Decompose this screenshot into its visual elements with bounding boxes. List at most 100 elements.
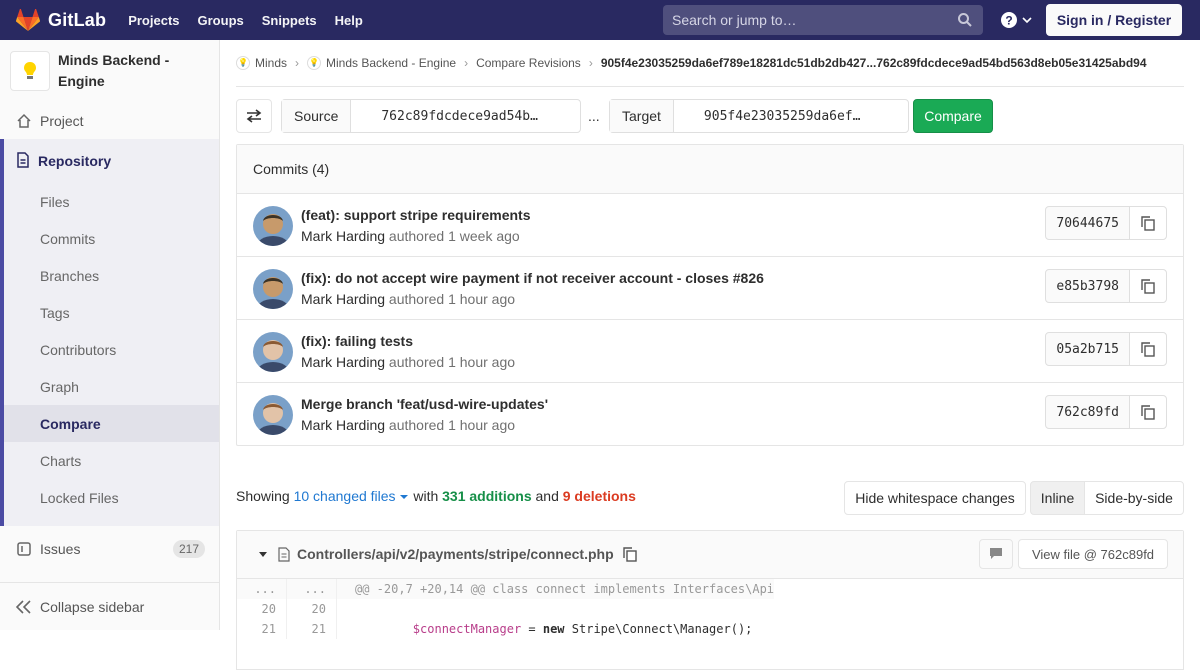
and-label: and (535, 488, 559, 504)
side-by-side-button[interactable]: Side-by-side (1084, 481, 1184, 515)
commit-meta: Mark Harding authored 1 hour ago (301, 354, 515, 370)
author-avatar[interactable] (253, 332, 293, 372)
breadcrumb-separator: › (464, 56, 469, 70)
swap-revisions-button[interactable] (236, 99, 272, 133)
commit-author[interactable]: Mark Harding (301, 228, 385, 244)
commit-author[interactable]: Mark Harding (301, 354, 385, 370)
copy-sha-button[interactable] (1130, 270, 1166, 302)
breadcrumb-separator: › (588, 56, 593, 70)
author-avatar[interactable] (253, 269, 293, 309)
target-field[interactable]: Target 905f4e23035259da6ef… (609, 99, 909, 133)
new-line-number[interactable]: 20 (287, 599, 337, 619)
commit-sha[interactable]: e85b3798 (1046, 270, 1130, 302)
issues-icon (16, 541, 32, 557)
sidebar-item-files[interactable]: Files (4, 183, 219, 220)
sidebar-item-compare[interactable]: Compare (4, 405, 219, 442)
commit-author[interactable]: Mark Harding (301, 417, 385, 433)
sidebar-item-project[interactable]: Project (0, 102, 219, 139)
sidebar-item-commits[interactable]: Commits (4, 220, 219, 257)
commit-sha-group: 05a2b715 (1045, 332, 1167, 366)
commit-sha[interactable]: 70644675 (1046, 207, 1130, 239)
breadcrumb-compare[interactable]: Compare Revisions (476, 56, 581, 70)
chevron-down-icon (1022, 17, 1032, 24)
project-name: Minds Backend - Engine (58, 52, 170, 89)
commit-meta: Mark Harding authored 1 hour ago (301, 417, 515, 433)
compare-form: Source 762c89fdcdece9ad54b… ... Target 9… (236, 99, 1184, 133)
view-file-button[interactable]: View file @ 762c89fd (1018, 539, 1168, 569)
help-dropdown[interactable]: ? (1000, 11, 1032, 29)
copy-sha-button[interactable] (1130, 396, 1166, 428)
project-avatar-small: 💡 (307, 56, 322, 70)
collapse-sidebar-button[interactable]: Collapse sidebar (0, 582, 219, 630)
new-line-number[interactable]: ... (287, 579, 337, 599)
breadcrumb: 💡 Minds › 💡 Minds Backend - Engine › Com… (236, 40, 1184, 87)
collapse-label: Collapse sidebar (40, 598, 145, 615)
project-avatar (10, 51, 50, 91)
commit-title[interactable]: (feat): support stripe requirements (301, 207, 530, 223)
nav-projects[interactable]: Projects (128, 13, 179, 28)
gitlab-logo[interactable]: GitLab (16, 9, 106, 31)
caret-down-icon[interactable] (258, 551, 268, 559)
changed-files-dropdown[interactable]: 10 changed files (294, 488, 414, 504)
copy-icon[interactable] (623, 547, 637, 562)
commit-meta: Mark Harding authored 1 hour ago (301, 291, 515, 307)
diff-line: 20 20 (237, 599, 1183, 619)
signin-button[interactable]: Sign in / Register (1046, 4, 1182, 36)
old-line-number[interactable]: 21 (237, 619, 287, 639)
copy-sha-button[interactable] (1130, 207, 1166, 239)
changed-files-label: 10 changed files (293, 488, 396, 504)
copy-icon (1141, 341, 1155, 357)
source-field[interactable]: Source 762c89fdcdece9ad54b… (281, 99, 581, 133)
old-line-number[interactable]: 20 (237, 599, 287, 619)
search-placeholder: Search or jump to… (672, 12, 797, 28)
sidebar-item-graph[interactable]: Graph (4, 368, 219, 405)
sidebar-item-branches[interactable]: Branches (4, 257, 219, 294)
hide-whitespace-button[interactable]: Hide whitespace changes (844, 481, 1026, 515)
author-avatar[interactable] (253, 206, 293, 246)
author-avatar[interactable] (253, 395, 293, 435)
search-input[interactable]: Search or jump to… (663, 5, 983, 35)
breadcrumb-current[interactable]: 905f4e23035259da6ef789e18281dc51db2db427… (601, 56, 1147, 70)
file-path[interactable]: Controllers/api/v2/payments/stripe/conne… (297, 546, 614, 562)
nav-snippets[interactable]: Snippets (262, 13, 317, 28)
commit-title[interactable]: (fix): failing tests (301, 333, 413, 349)
project-header[interactable]: Minds Backend - Engine (0, 40, 219, 102)
new-line-number[interactable]: 21 (287, 619, 337, 639)
commit-time: authored 1 hour ago (388, 417, 516, 433)
sidebar-item-locked-files[interactable]: Locked Files (4, 479, 219, 516)
commit-title[interactable]: Merge branch 'feat/usd-wire-updates' (301, 396, 548, 412)
sidebar-label-project: Project (40, 112, 84, 129)
additions-count: 331 additions (442, 488, 532, 504)
commits-panel: Commits (4) (feat): support stripe requi… (236, 144, 1184, 446)
commit-sha[interactable]: 762c89fd (1046, 396, 1130, 428)
compare-button[interactable]: Compare (913, 99, 993, 133)
commit-title[interactable]: (fix): do not accept wire payment if not… (301, 270, 764, 286)
diff-lines: ...... @@ -20,7 +20,14 @@ class connect i… (237, 579, 1183, 639)
nav-groups[interactable]: Groups (198, 13, 244, 28)
sidebar-section-repository: Repository Files Commits Branches Tags C… (0, 139, 219, 526)
target-input[interactable]: 905f4e23035259da6ef… (674, 100, 877, 132)
breadcrumb-minds[interactable]: Minds (255, 56, 287, 70)
sidebar-item-issues[interactable]: Issues 217 (0, 530, 219, 567)
main-content: 💡 Minds › 💡 Minds Backend - Engine › Com… (236, 40, 1184, 670)
commits-header: Commits (4) (237, 145, 1183, 194)
doc-icon (16, 151, 30, 171)
sidebar-item-repository[interactable]: Repository (4, 139, 219, 183)
sidebar-item-charts[interactable]: Charts (4, 442, 219, 479)
commit-meta: Mark Harding authored 1 week ago (301, 228, 520, 244)
showing-label: Showing (236, 488, 290, 504)
caret-down-icon (400, 495, 409, 499)
lightbulb-icon (24, 62, 36, 79)
sidebar-item-tags[interactable]: Tags (4, 294, 219, 331)
sidebar-item-contributors[interactable]: Contributors (4, 331, 219, 368)
commit-sha[interactable]: 05a2b715 (1046, 333, 1130, 365)
commit-author[interactable]: Mark Harding (301, 291, 385, 307)
inline-view-button[interactable]: Inline (1030, 481, 1085, 515)
breadcrumb-project[interactable]: Minds Backend - Engine (326, 56, 456, 70)
comment-button[interactable] (979, 539, 1013, 569)
copy-sha-button[interactable] (1130, 333, 1166, 365)
copy-icon (1141, 215, 1155, 231)
nav-help[interactable]: Help (335, 13, 363, 28)
source-input[interactable]: 762c89fdcdece9ad54b… (351, 100, 554, 132)
old-line-number[interactable]: ... (237, 579, 287, 599)
